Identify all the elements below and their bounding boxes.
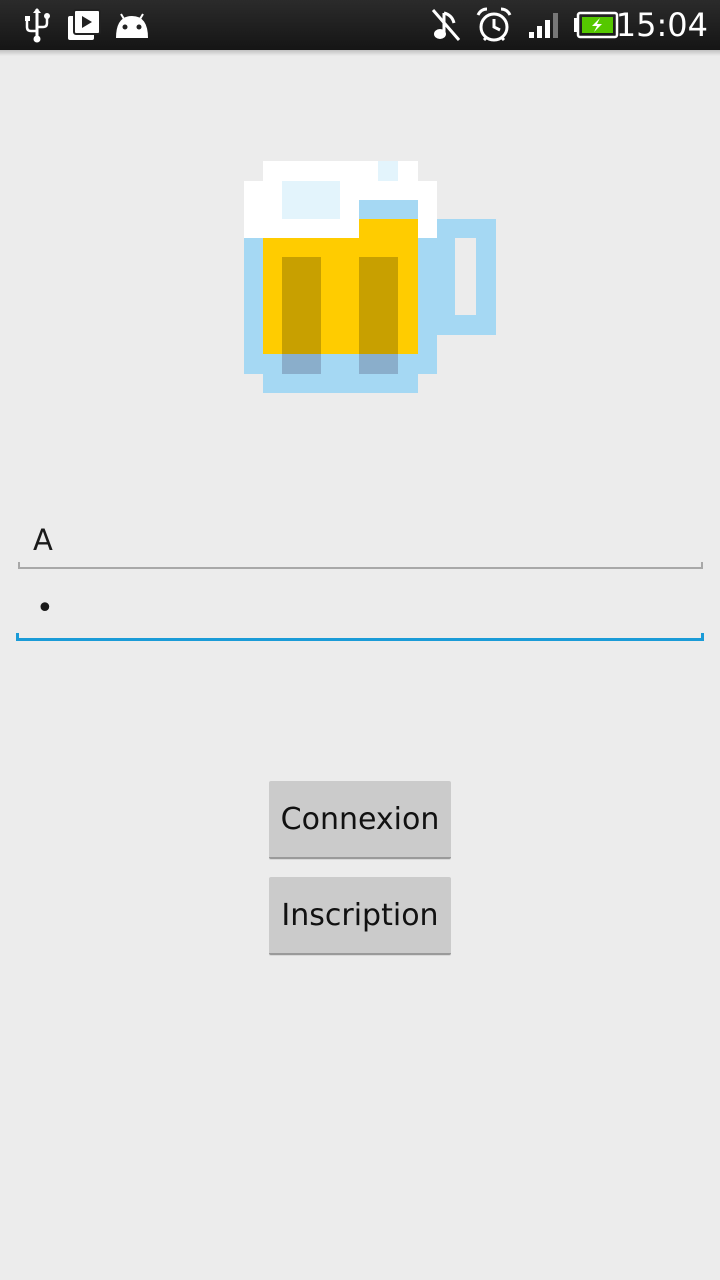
usb-icon: [22, 0, 52, 50]
username-field[interactable]: A: [18, 515, 703, 569]
status-time: 15:04: [615, 6, 708, 44]
battery-charging-icon: [572, 0, 620, 50]
alarm-icon: [474, 0, 514, 50]
signup-button[interactable]: Inscription: [269, 877, 451, 955]
username-underline-left-tick: [18, 562, 20, 569]
android-icon: [112, 0, 152, 50]
password-field[interactable]: •: [16, 585, 704, 641]
username-value: A: [33, 523, 53, 557]
password-value: •: [36, 591, 54, 626]
username-underline-right-tick: [701, 562, 703, 569]
password-underline: [16, 638, 704, 641]
music-muted-icon: [428, 0, 464, 50]
status-bar-shadow: [0, 50, 720, 56]
password-underline-left-tick: [16, 633, 19, 641]
status-bar: 15:04: [0, 0, 720, 50]
login-button[interactable]: Connexion: [269, 781, 451, 859]
play-store-icon: [64, 0, 104, 50]
password-underline-right-tick: [701, 633, 704, 641]
username-underline: [18, 567, 703, 569]
signal-icon: [526, 0, 564, 50]
